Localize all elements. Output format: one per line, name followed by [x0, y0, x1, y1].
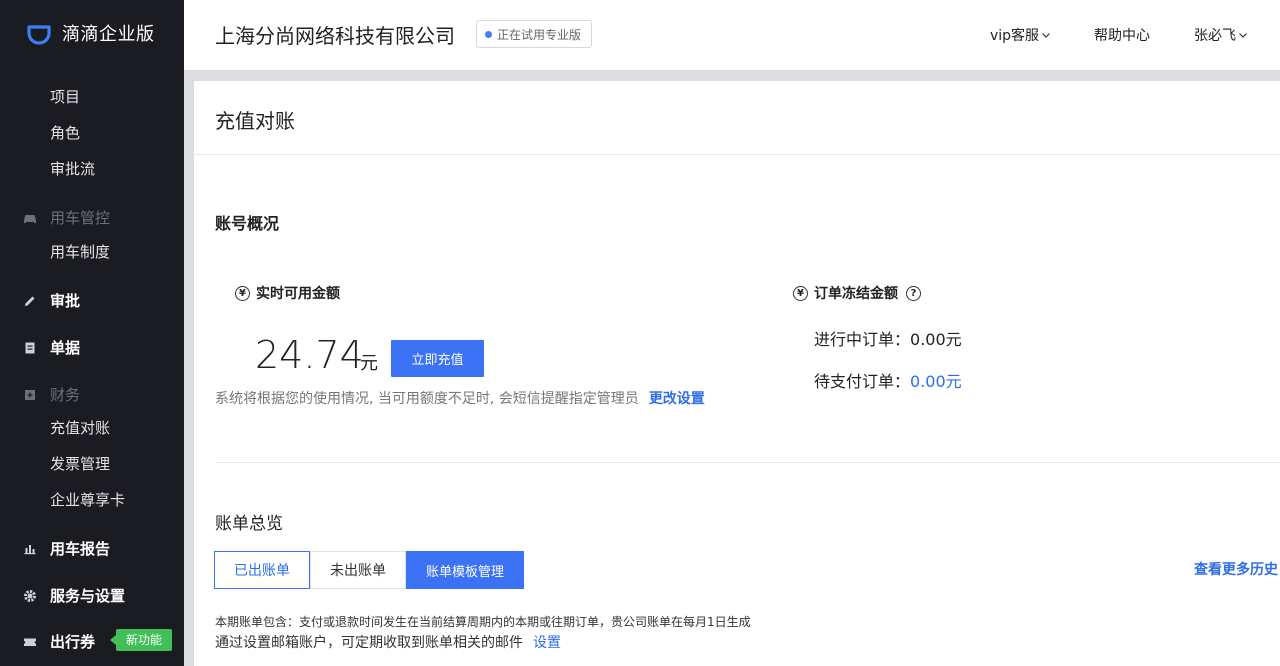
tab-issued-bills[interactable]: 已出账单	[214, 551, 310, 589]
vip-service-label: vip客服	[990, 28, 1040, 44]
sidebar-item-roles[interactable]: 角色	[50, 122, 80, 143]
chevron-down-icon	[1042, 33, 1050, 38]
car-icon	[24, 214, 36, 223]
pending-pay-value[interactable]: 0.00元	[910, 372, 962, 391]
new-feature-badge: 新功能	[109, 629, 173, 651]
sidebar-item-report[interactable]: 用车报告	[22, 538, 110, 559]
help-icon[interactable]: ?	[906, 285, 921, 301]
available-amount: 24.74	[255, 333, 364, 377]
sidebar-item-car-policy[interactable]: 用车制度	[50, 241, 110, 262]
bill-tabs: 已出账单 未出账单 账单模板管理	[214, 551, 525, 589]
sidebar-item-service-settings[interactable]: 服务与设置	[22, 585, 125, 606]
in-progress-value: 0.00元	[910, 330, 962, 349]
help-center-label: 帮助中心	[1094, 28, 1150, 44]
document-icon	[25, 342, 35, 353]
bill-note: 本期账单包含：支付或退款时间发生在当前结算周期内的本期或往期订单，贵公司账单在每…	[215, 615, 751, 629]
view-history-link[interactable]: 查看更多历史	[1194, 559, 1278, 579]
sidebar-group-label: 财务	[50, 386, 81, 404]
email-note-row: 通过设置邮箱账户，可定期收取到账单相关的邮件 设置	[215, 632, 561, 652]
chevron-down-icon	[1239, 33, 1247, 38]
sidebar-item-recharge[interactable]: 充值对账	[50, 417, 110, 438]
recharge-button[interactable]: 立即充值	[391, 340, 484, 377]
yen-icon: ¥	[793, 285, 808, 301]
sidebar-item-label: 服务与设置	[50, 587, 126, 605]
user-name-label: 张必飞	[1194, 28, 1236, 44]
ticket-icon	[24, 638, 36, 646]
sidebar-item-premium-card[interactable]: 企业尊享卡	[50, 489, 125, 510]
sidebar-item-approval[interactable]: 审批	[22, 290, 80, 311]
didi-logo-icon	[27, 25, 51, 45]
frozen-label-text: 订单冻结金额	[814, 286, 898, 302]
top-header: 上海分尚网络科技有限公司 正在试用专业版 vip客服 帮助中心 张必飞	[184, 0, 1280, 70]
in-progress-orders: 进行中订单：0.00元	[814, 326, 962, 350]
sidebar-item-projects[interactable]: 项目	[50, 86, 80, 107]
email-note-text: 通过设置邮箱账户，可定期收取到账单相关的邮件	[215, 635, 523, 651]
trial-badge-label: 正在试用专业版	[497, 27, 582, 42]
finance-icon	[25, 389, 35, 400]
app-logo[interactable]: 滴滴企业版	[26, 20, 155, 46]
company-name: 上海分尚网络科技有限公司	[215, 24, 455, 48]
balance-notice: 系统将根据您的使用情况, 当可用额度不足时, 会短信提醒指定管理员 更改设置	[215, 388, 705, 408]
sidebar-item-documents[interactable]: 单据	[22, 337, 80, 358]
email-settings-link[interactable]: 设置	[533, 635, 561, 651]
user-menu-dropdown[interactable]: 张必飞	[1194, 25, 1248, 45]
help-center-link[interactable]: 帮助中心	[1094, 25, 1150, 45]
pen-icon	[25, 296, 35, 306]
sidebar-item-approval-flow[interactable]: 审批流	[50, 158, 95, 179]
sidebar-item-label: 审批	[50, 292, 81, 310]
sidebar-item-invoice[interactable]: 发票管理	[50, 453, 110, 474]
yen-icon: ¥	[235, 285, 250, 301]
logo-text: 滴滴企业版	[62, 24, 155, 45]
bill-overview-title: 账单总览	[215, 514, 283, 534]
trial-badge[interactable]: 正在试用专业版	[476, 20, 593, 48]
tab-bill-template[interactable]: 账单模板管理	[406, 551, 525, 589]
bar-chart-icon	[24, 544, 36, 554]
sidebar-group-car-control[interactable]: 用车管控	[22, 207, 110, 228]
available-amount-label: ¥ 实时可用金额	[235, 283, 340, 303]
sidebar-item-label: 单据	[50, 339, 81, 357]
sidebar-group-finance[interactable]: 财务	[22, 384, 80, 405]
change-settings-link[interactable]: 更改设置	[649, 391, 705, 407]
main-card: 充值对账 账号概况 ¥ 实时可用金额 24.74 元 立即充值 系统将根据您的使…	[194, 81, 1280, 666]
gear-icon	[24, 589, 36, 602]
page-title: 充值对账	[215, 109, 295, 133]
section-divider	[215, 462, 1280, 463]
pending-pay-orders: 待支付订单：0.00元	[814, 368, 962, 392]
sidebar-item-label: 出行券	[50, 633, 96, 651]
frozen-amount-label: ¥ 订单冻结金额 ?	[793, 283, 921, 303]
sidebar-item-label: 用车报告	[50, 540, 111, 558]
account-overview-title: 账号概况	[215, 214, 280, 233]
title-divider	[194, 154, 1280, 155]
available-label-text: 实时可用金额	[256, 286, 340, 302]
trial-dot-icon	[485, 30, 492, 38]
sidebar-item-travel-voucher[interactable]: 出行券	[22, 631, 95, 652]
notice-text: 系统将根据您的使用情况, 当可用额度不足时, 会短信提醒指定管理员	[215, 391, 639, 407]
sidebar: 滴滴企业版 项目 角色 审批流 用车管控 用车制度 审批 单据 财务 充值对账 …	[0, 0, 184, 666]
vip-service-dropdown[interactable]: vip客服	[990, 25, 1051, 45]
pending-pay-label: 待支付订单：	[814, 372, 911, 391]
tab-unissued-bills[interactable]: 未出账单	[310, 551, 406, 589]
in-progress-label: 进行中订单：	[814, 330, 911, 349]
sidebar-group-label: 用车管控	[50, 209, 111, 227]
amount-unit: 元	[360, 353, 378, 374]
